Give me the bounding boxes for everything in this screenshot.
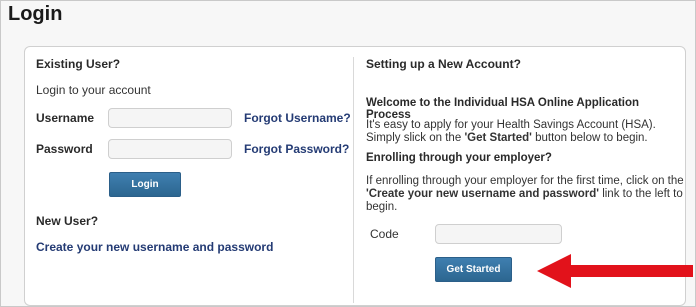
code-label: Code (370, 227, 399, 241)
password-label: Password (36, 142, 93, 156)
new-user-heading: New User? (36, 214, 99, 228)
hsa-intro-text: It's easy to apply for your Health Savin… (366, 119, 656, 145)
create-account-link[interactable]: Create your new username and password (36, 240, 273, 254)
login-button[interactable]: Login (109, 172, 181, 197)
login-page-frame: Login Existing User? Login to your accou… (0, 0, 696, 307)
hsa-intro-line2: Simply slick on the 'Get Started' button… (366, 132, 656, 145)
code-input[interactable] (435, 224, 562, 244)
employer-line3: begin. (366, 201, 398, 213)
employer-heading: Enrolling through your employer? (366, 152, 552, 164)
password-input[interactable] (108, 139, 232, 159)
left-arrow-shape (537, 254, 693, 288)
forgot-password-link[interactable]: Forgot Password? (244, 142, 349, 156)
username-label: Username (36, 111, 95, 125)
employer-line2-bold: 'Create your new username and password' (366, 188, 599, 200)
hsa-intro-line2-post: button below to begin. (531, 132, 648, 144)
employer-line2: 'Create your new username and password' … (366, 188, 684, 201)
left-arrow-icon (537, 254, 693, 288)
forgot-username-link[interactable]: Forgot Username? (244, 111, 351, 125)
page-title: Login (8, 3, 63, 25)
existing-user-heading: Existing User? (36, 57, 121, 71)
login-subtitle: Login to your account (36, 83, 151, 97)
employer-line1: If enrolling through your employer for t… (366, 175, 684, 187)
new-account-heading: Setting up a New Account? (366, 57, 521, 71)
hsa-intro-line1: It's easy to apply for your Health Savin… (366, 119, 656, 131)
welcome-heading: Welcome to the Individual HSA Online App… (366, 97, 640, 121)
column-divider (353, 57, 354, 303)
hsa-intro-line2-pre: Simply slick on the (366, 132, 465, 144)
employer-line2-post: link to the left to (599, 188, 683, 200)
hsa-intro-line2-bold: 'Get Started' (464, 132, 532, 144)
employer-text: If enrolling through your employer for t… (366, 175, 684, 214)
get-started-button[interactable]: Get Started (435, 257, 512, 282)
username-input[interactable] (108, 108, 232, 128)
